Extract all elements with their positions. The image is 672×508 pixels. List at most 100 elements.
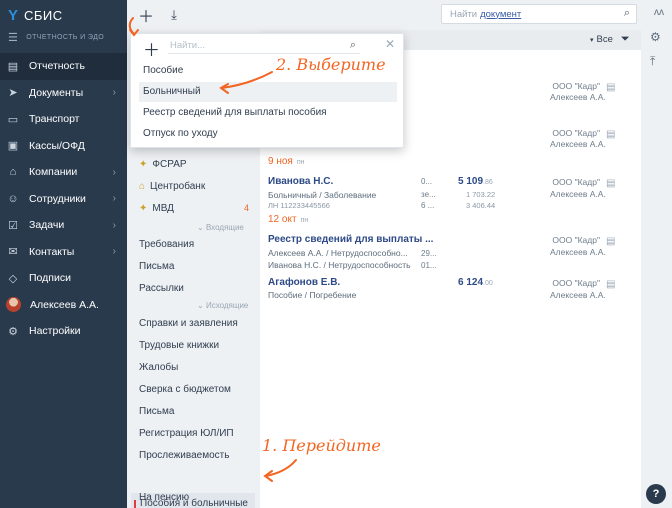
menu-icon[interactable]: ☰ [8,31,18,44]
sidebar-item-label: Документы [29,86,84,99]
registry-item-budget-reconciliation[interactable]: Сверка с бюджетом [139,384,231,395]
sidebar-item-companies[interactable]: ⌂ Компании › [0,159,127,186]
registry-item-work-books[interactable]: Трудовые книжки [139,340,219,351]
mvd-icon: ✦ [139,203,148,214]
document-title: Реестр сведений для выплаты ... [268,234,434,245]
document-icon[interactable]: ▤ [606,236,615,247]
document-icon[interactable]: ▤ [606,178,615,189]
sidebar-item-reporting[interactable]: ▤ Отчетность [0,53,127,80]
people-icon: ☺ [7,192,19,205]
active-marker [134,500,136,508]
org-name: ООО "Кадр" [552,177,600,187]
sidebar-item-label: Алексеев А.А. [30,298,99,311]
chevron-down-icon: ▾ [590,36,594,44]
sbis-logo-icon: Y [8,7,19,24]
menu-item-benefit-registry[interactable]: Реестр сведений для выплаты пособия [139,103,397,123]
cash-register-icon: ▣ [7,140,19,153]
sidebar-item-cash[interactable]: ▣ Кассы/ОФД [0,133,127,160]
company-selector[interactable]: ☰ ОТЧЕТНОСТЬ И ЭДО [8,31,104,44]
date-header: 12 окт пн [268,214,309,225]
sidebar-item-tasks[interactable]: ☑ Задачи › [0,212,127,239]
filter-icon[interactable]: ⏷ [621,33,630,46]
registry-item-mailings[interactable]: Рассылки [139,283,184,294]
registry-item-complaints[interactable]: Жалобы [139,362,178,373]
download-button[interactable]: ⤓ [164,5,184,25]
incoming-section-toggle[interactable]: ⌄ Входящие [197,223,244,232]
registry-item-mvd[interactable]: ✦ МВД 4 [139,203,249,214]
sidebar-item-signatures[interactable]: ◇ Подписи [0,265,127,292]
document-number: ЛН 112233445566 [268,201,330,210]
gear-icon[interactable]: ⚙ [650,30,661,44]
report-icon: ▤ [7,60,19,73]
document-subtitle: Пособие / Погребение [268,290,357,300]
document-subtitle: Больничный / Заболевание [268,190,377,200]
sidebar-item-contacts[interactable]: ✉ Контакты › [0,239,127,266]
chat-icon: ✉ [8,246,18,259]
sidebar-item-transport[interactable]: ▭ Транспорт [0,106,127,133]
amount-part: 3 406.44 [466,201,496,210]
registry-item-pension[interactable]: На пенсию [139,492,189,503]
help-button[interactable]: ? [646,484,666,504]
sidebar-item-label: Подписи [29,272,71,285]
outgoing-section-toggle[interactable]: ⌄ Исходящие [197,301,248,310]
document-title: Агафонов Е.В. [268,277,341,288]
sidebar-item-label: Задачи [29,219,65,232]
registry-item-centrobank[interactable]: ⌂ Центробанк [139,181,205,192]
person-name: Алексеев А.А. [550,189,606,199]
eagle-icon: ✦ [139,159,148,170]
person-name: Алексеев А.А. [550,290,606,300]
menu-item-parental-leave[interactable]: Отпуск по уходу [139,124,397,144]
person-name: Алексеев А.А. [550,139,606,149]
date-header: 9 ноя пн [268,156,305,167]
annotation-step1: 1. Перейдите [262,436,381,455]
menu-search-input[interactable]: Найти... ⌕ [168,37,360,54]
search-icon[interactable]: ⌕ [624,7,630,20]
add-button[interactable]: ＋ [136,5,156,26]
registry-item-traceability[interactable]: Прослеживаемость [139,450,229,461]
registry-item-requirements[interactable]: Требования [139,239,194,250]
annotation-step2: 2. Выберите [276,55,386,74]
filter-all-dropdown[interactable]: Все [597,34,613,45]
document-amount: 5 109.86 [458,176,493,187]
plus-icon: ＋ [137,9,154,26]
document-icon[interactable]: ▤ [606,82,615,93]
document-amount: 6 124.00 [458,277,493,288]
sidebar-item-profile[interactable]: Алексеев А.А. [0,292,127,319]
global-search-input[interactable]: Найти документ ⌕ [441,4,637,24]
plus-icon[interactable]: ＋ [143,36,160,61]
document-icon[interactable]: ▤ [606,279,615,290]
document-meta: 6 ... [421,201,435,210]
person-name: Алексеев А.А. [550,92,606,102]
registry-item-certificates[interactable]: Справки и заявления [139,318,238,329]
company-name: ОТЧЕТНОСТЬ И ЭДО [26,34,105,41]
upload-icon[interactable]: ⤒ [650,54,655,69]
paper-plane-icon: ➤ [8,87,18,100]
chevron-right-icon: › [112,87,116,99]
registry-item-fsrar[interactable]: ✦ ФСРАР [139,159,187,170]
sidebar-nav: ▤ Отчетность ➤ Документы › ▭ Транспорт ▣… [0,53,127,345]
chevron-right-icon: › [112,166,116,178]
right-rail: ⚙ ⤒ [641,30,672,508]
document-meta: зе... [421,190,436,199]
sidebar-item-documents[interactable]: ➤ Документы › [0,80,127,107]
brand[interactable]: Y СБИС [8,7,63,24]
sidebar-item-settings[interactable]: ⚙ Настройки [0,318,127,345]
registry-item-letters-in[interactable]: Письма [139,261,174,272]
avatar [6,297,21,313]
registry-item-registration[interactable]: Регистрация ЮЛ/ИП [139,428,234,439]
bank-icon: ⌂ [139,181,146,192]
sidebar-item-employees[interactable]: ☺ Сотрудники › [0,186,127,213]
main-sidebar: Y СБИС ☰ ОТЧЕТНОСТЬ И ЭДО ▤ Отчетность ➤… [0,0,127,508]
document-subtitle: Алексеев А.А. / Нетрудоспособно... [268,248,408,258]
close-icon[interactable]: ✕ [385,37,395,51]
registry-item-letters-out[interactable]: Письма [139,406,174,417]
document-subtitle: Иванова Н.С. / Нетрудоспособность [268,260,411,270]
menu-item-sick-leave[interactable]: Больничный [139,82,397,102]
document-icon[interactable]: ▤ [606,129,615,140]
sbis-account-icon[interactable]: ᴧᴧ [654,7,664,18]
document-title: Иванова Н.С. [268,176,334,187]
search-scope-link[interactable]: документ [480,9,521,20]
tag-icon: ◇ [8,272,18,285]
search-icon[interactable]: ⌕ [350,37,356,54]
org-name: ООО "Кадр" [552,278,600,288]
